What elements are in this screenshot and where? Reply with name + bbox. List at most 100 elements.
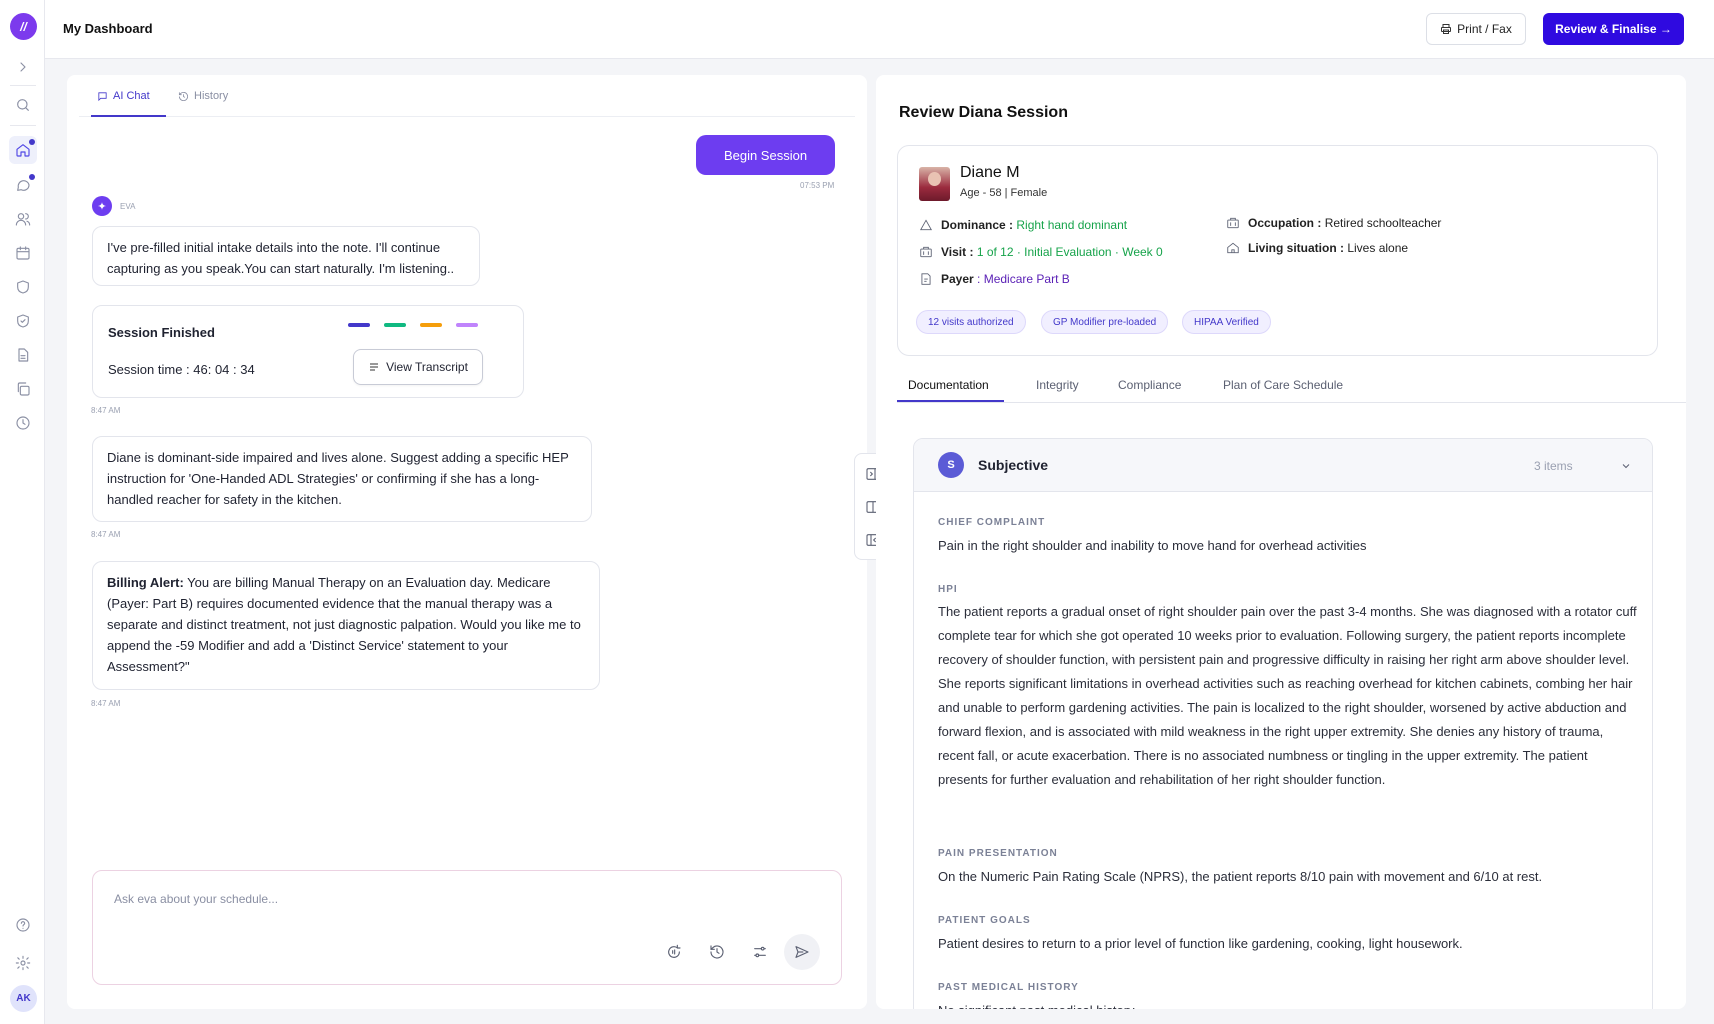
session-finished-title: Session Finished [108,325,215,340]
subjective-title: Subjective [978,457,1049,473]
briefcase-icon [1227,217,1239,229]
eva-header: ✦ EVA [92,196,135,216]
visit-value: 1 of 12 · Initial Evaluation · Week 0 [976,245,1163,259]
patient-name: Diane M [960,164,1020,181]
house-icon [1227,242,1239,254]
living-label: Living situation : [1248,241,1344,255]
dominance-value: Right hand dominant [1016,218,1128,232]
view-transcript-button[interactable]: View Transcript [353,349,483,385]
occupation-label: Occupation : [1248,216,1322,230]
tab-compliance[interactable]: Compliance [1118,378,1181,392]
patient-goals-text: Patient desires to return to a prior lev… [938,936,1463,951]
app-logo[interactable]: // [10,13,37,40]
tab-ai-chat-label: AI Chat [113,90,150,102]
subjective-section: S Subjective 3 items CHIEF COMPLAINT Pai… [913,438,1653,1009]
tab-documentation[interactable]: Documentation [908,378,989,392]
chevron-down-icon[interactable] [1620,459,1632,471]
billing-timestamp: 8:47 AM [91,699,121,708]
home-notification-dot [29,139,35,145]
tab-integrity[interactable]: Integrity [1036,378,1079,392]
chat-input-placeholder[interactable]: Ask eva about your schedule... [114,892,278,906]
patient-photo [919,167,950,201]
list-lines-icon [370,363,379,371]
briefcase-icon [920,246,932,258]
shield-icon[interactable] [13,277,33,297]
session-bar-1 [348,323,370,327]
chief-complaint-label: CHIEF COMPLAINT [938,517,1046,528]
gear-icon[interactable] [13,953,33,973]
chevron-right-icon[interactable] [13,57,33,77]
send-icon [795,946,809,958]
help-icon[interactable] [13,915,33,935]
sliders-icon[interactable] [750,942,770,962]
session-color-bars [348,323,478,327]
user-avatar[interactable]: AK [10,985,37,1012]
payer-row: Payer : Medicare Part B [919,272,1070,286]
billing-alert-label: Billing Alert: [107,575,184,590]
clock-icon[interactable] [13,413,33,433]
chat-input-box[interactable]: Ask eva about your schedule... [92,870,842,985]
calendar-icon[interactable] [13,243,33,263]
subjective-header[interactable]: S Subjective 3 items [914,439,1652,492]
eva-message-intake: I've pre-filled initial intake details i… [92,226,480,286]
rail-divider [10,125,36,126]
chat-tabs: AI Chat History [79,75,855,117]
chat-notification-dot [29,174,35,180]
living-row: Living situation : Lives alone [1226,241,1408,255]
session-timestamp: 8:47 AM [91,406,121,415]
visit-label: Visit : [941,245,974,259]
chip-visits-authorized: 12 visits authorized [916,310,1026,334]
review-tabs: Documentation Integrity Compliance Plan … [897,371,1686,403]
tab-history[interactable]: History [178,90,228,102]
rail-divider [10,85,36,86]
visit-row: Visit : 1 of 12 · Initial Evaluation · W… [919,245,1163,259]
pain-presentation-label: PAIN PRESENTATION [938,848,1058,859]
printer-icon [1441,24,1452,34]
print-fax-button[interactable]: Print / Fax [1426,13,1526,45]
active-review-tab-indicator [897,400,1004,402]
dominance-row: Dominance : Right hand dominant [919,218,1127,232]
patient-card: Diane M Age - 58 | Female Dominance : Ri… [897,145,1658,356]
eva-message-billing-alert: Billing Alert: You are billing Manual Th… [92,561,600,690]
triangle-icon [920,219,932,231]
session-bar-4 [456,323,478,327]
review-session-panel: Review Diana Session Diane M Age - 58 | … [876,75,1686,1009]
payer-value: : Medicare Part B [977,272,1070,286]
history-icon [178,91,189,101]
hpi-label: HPI [938,584,958,595]
past-medical-history-label: PAST MEDICAL HISTORY [938,982,1079,993]
tab-ai-chat[interactable]: AI Chat [97,90,150,102]
bot-name: EVA [120,201,136,211]
voice-refresh-icon[interactable] [664,942,684,962]
search-icon[interactable] [13,95,33,115]
send-button[interactable] [784,934,820,970]
review-finalise-button[interactable]: Review & Finalise → [1543,13,1684,45]
hpi-text: The patient reports a gradual onset of r… [938,604,1637,787]
active-tab-indicator [91,115,166,117]
payer-label: Payer [941,272,974,286]
print-fax-label: Print / Fax [1457,22,1512,36]
chip-gp-modifier: GP Modifier pre-loaded [1041,310,1169,334]
chip-hipaa-verified: HIPAA Verified [1182,310,1271,334]
occupation-value: Retired schoolteacher [1324,216,1442,230]
sparkle-icon: ✦ [92,196,112,216]
history-icon[interactable] [707,942,727,962]
session-bar-3 [420,323,442,327]
document-icon[interactable] [13,345,33,365]
tab-plan-of-care[interactable]: Plan of Care Schedule [1223,378,1343,392]
shield-check-icon[interactable] [13,311,33,331]
users-icon[interactable] [13,209,33,229]
copy-icon[interactable] [13,379,33,399]
dominance-label: Dominance : [941,218,1014,232]
chat-bubble-icon [98,91,107,101]
review-title: Review Diana Session [899,104,1068,121]
receipt-icon [921,273,931,285]
eva-message-suggestion: Diane is dominant-side impaired and live… [92,436,592,522]
patient-goals-label: PATIENT GOALS [938,915,1031,926]
top-bar: My Dashboard Print / Fax Review & Finali… [45,0,1714,59]
icon-rail: // AK [0,0,45,1024]
begin-timestamp: 07:53 PM [800,181,835,190]
tab-history-label: History [194,90,229,102]
occupation-row: Occupation : Retired schoolteacher [1226,216,1441,230]
begin-session-button[interactable]: Begin Session [696,135,835,175]
